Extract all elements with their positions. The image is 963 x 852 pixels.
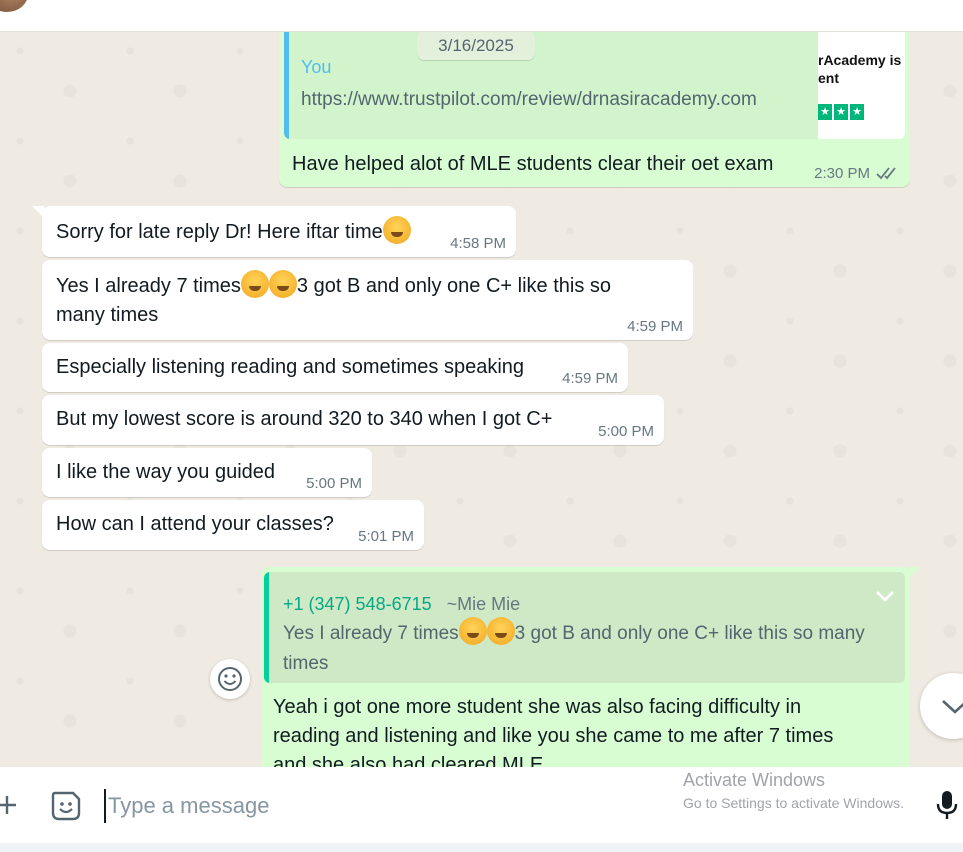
quoted-message[interactable]: +1 (347) 548-6715 ~Mie Mie Yes I already… — [264, 572, 905, 683]
link-preview-url[interactable]: https://www.trustpilot.com/review/drnasi… — [301, 85, 757, 114]
weary-face-icon — [240, 270, 269, 298]
link-preview-author: You — [301, 57, 332, 77]
plus-icon[interactable] — [0, 794, 18, 816]
weary-face-icon — [268, 270, 297, 298]
message-time: 2:30 PM — [814, 164, 870, 182]
quoted-sender: +1 (347) 548-6715 ~Mie Mie — [283, 590, 520, 619]
message-time: 5:00 PM — [306, 475, 362, 492]
message-text: Have helped alot of MLE students clear t… — [292, 153, 774, 175]
message-text: I like the way you guided — [56, 461, 276, 483]
incoming-message[interactable]: But my lowest score is around 320 to 340… — [42, 395, 664, 445]
weary-face-icon — [458, 617, 487, 645]
smiley-icon — [218, 667, 242, 691]
microphone-icon[interactable] — [934, 789, 960, 821]
react-button[interactable] — [210, 659, 250, 699]
top-header — [0, 0, 963, 32]
message-time: 5:00 PM — [598, 423, 654, 440]
message-text-span: 3 got B and only one C+ like this so — [296, 275, 612, 297]
quoted-name: ~Mie Mie — [446, 594, 521, 614]
message-text-span: many times — [56, 304, 159, 326]
message-input[interactable] — [104, 789, 630, 823]
double-check-icon — [876, 167, 896, 180]
message-text-span: Yes I already 7 times — [56, 275, 241, 297]
chat-panel[interactable]: You https://www.trustpilot.com/review/dr… — [0, 31, 963, 767]
smiling-face-icon — [382, 216, 411, 244]
quoted-text: Yes I already 7 times 3 got B and only on… — [283, 617, 898, 679]
message-text: Especially listening reading and sometim… — [56, 356, 525, 378]
sticker-icon[interactable] — [49, 789, 83, 823]
incoming-message[interactable]: Sorry for late reply Dr! Here iftar time… — [32, 206, 516, 257]
chevron-down-icon[interactable] — [873, 588, 897, 604]
quoted-text-span: 3 got B and only one C+ like this so man… — [514, 623, 865, 644]
activate-windows-subtitle: Go to Settings to activate Windows. — [683, 795, 904, 811]
message-line: reading and listening and like you she c… — [273, 725, 834, 747]
activate-windows-title: Activate Windows — [683, 770, 826, 790]
link-preview-card[interactable]: You https://www.trustpilot.com/review/dr… — [284, 31, 905, 139]
message-text: Yes I already 7 times 3 got B and only on… — [56, 270, 676, 330]
quote-bar — [264, 572, 269, 683]
contact-avatar[interactable] — [0, 0, 28, 12]
thumb-text: ent — [818, 70, 839, 86]
incoming-message[interactable]: How can I attend your classes? 5:01 PM — [42, 500, 424, 550]
quote-bar — [284, 31, 289, 139]
quoted-text-span: times — [283, 653, 329, 674]
message-text: How can I attend your classes? — [56, 513, 334, 535]
link-preview-message[interactable]: You https://www.trustpilot.com/review/dr… — [279, 31, 910, 187]
incoming-message[interactable]: Especially listening reading and sometim… — [42, 343, 628, 392]
composer-inner: Activate Windows Go to Settings to activ… — [0, 767, 963, 843]
quoted-text-span: Yes I already 7 times — [283, 623, 459, 644]
trustpilot-stars-icon: ★ ★ ★ — [818, 104, 864, 120]
quoted-phone: +1 (347) 548-6715 — [283, 594, 432, 614]
message-text: But my lowest score is around 320 to 340… — [56, 408, 553, 430]
scroll-to-bottom-button[interactable] — [920, 673, 963, 739]
incoming-message[interactable]: Yes I already 7 times 3 got B and only on… — [42, 260, 693, 340]
incoming-message[interactable]: I like the way you guided 5:00 PM — [42, 448, 372, 497]
message-time: 4:59 PM — [627, 318, 683, 335]
message-time: 4:59 PM — [562, 370, 618, 387]
date-chip: 3/16/2025 — [417, 31, 535, 60]
message-text: Sorry for late reply Dr! Here iftar time — [56, 216, 411, 247]
message-time: 5:01 PM — [358, 528, 414, 545]
outgoing-reply-message[interactable]: +1 (347) 548-6715 ~Mie Mie Yes I already… — [261, 567, 920, 767]
message-text-span: Sorry for late reply Dr! Here iftar time — [56, 221, 383, 243]
composer-bar: Activate Windows Go to Settings to activ… — [0, 767, 963, 852]
message-line: and she also had cleared MLE — [273, 754, 544, 767]
chevron-down-icon — [942, 700, 963, 714]
message-line: Yeah i got one more student she was also… — [273, 696, 802, 718]
message-text: Yeah i got one more student she was also… — [273, 693, 903, 767]
link-preview-thumbnail: rAcademy is ent ★ ★ ★ — [818, 31, 905, 139]
message-meta: 2:30 PM — [814, 165, 900, 181]
weary-face-icon — [486, 617, 515, 645]
message-time: 4:58 PM — [450, 235, 506, 252]
